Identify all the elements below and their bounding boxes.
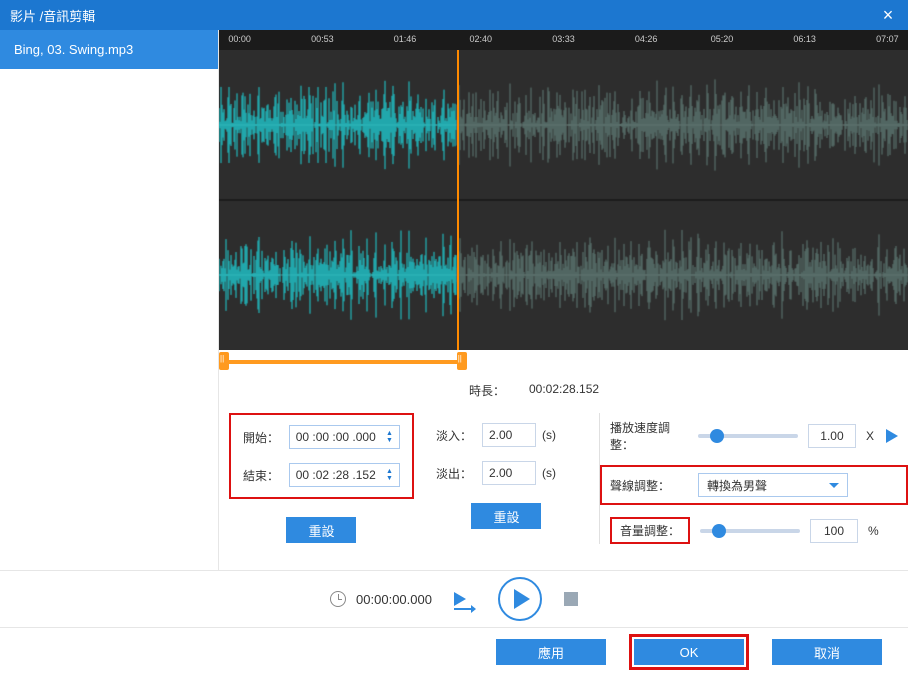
ruler-tick: 00:53 bbox=[311, 34, 334, 44]
fadeout-input[interactable]: 2.00 bbox=[482, 461, 536, 485]
time-ruler[interactable]: 00:00 00:53 01:46 02:40 03:33 04:26 05:2… bbox=[219, 30, 908, 50]
range-start-handle[interactable] bbox=[219, 352, 229, 370]
waveform-canvas[interactable] bbox=[219, 50, 908, 350]
file-sidebar: Bing, 03. Swing.mp3 bbox=[0, 30, 219, 570]
clock-icon bbox=[330, 591, 346, 607]
ruler-tick: 04:26 bbox=[635, 34, 658, 44]
fadeout-label: 淡出： bbox=[436, 465, 476, 482]
ruler-tick: 07:07 bbox=[876, 34, 899, 44]
speed-suffix: X bbox=[866, 429, 874, 443]
ruler-tick: 00:00 bbox=[228, 34, 251, 44]
sidebar-item-label: Bing, 03. Swing.mp3 bbox=[14, 42, 133, 57]
ruler-tick: 01:46 bbox=[394, 34, 417, 44]
editor-main: 00:00 00:53 01:46 02:40 03:33 04:26 05:2… bbox=[219, 30, 908, 570]
duration-value: 00:02:28.152 bbox=[529, 382, 599, 399]
close-icon[interactable]: × bbox=[878, 5, 898, 26]
seconds-unit: (s) bbox=[542, 428, 556, 442]
play-icon bbox=[514, 589, 530, 609]
timeline: 00:00 00:53 01:46 02:40 03:33 04:26 05:2… bbox=[219, 30, 908, 376]
seconds-unit: (s) bbox=[542, 466, 556, 480]
trim-reset-button[interactable]: 重設 bbox=[286, 517, 356, 543]
goto-start-icon[interactable] bbox=[454, 590, 476, 608]
volume-slider[interactable] bbox=[700, 529, 800, 533]
chevron-down-icon bbox=[829, 483, 839, 488]
fade-group: 淡入： 2.00 (s) 淡出： 2.00 (s) 重設 bbox=[424, 413, 589, 539]
speed-slider[interactable] bbox=[698, 434, 798, 438]
volume-input[interactable]: 100 bbox=[810, 519, 858, 543]
range-bar[interactable] bbox=[229, 360, 457, 364]
start-label: 開始： bbox=[243, 429, 283, 446]
range-end-handle[interactable] bbox=[457, 352, 467, 370]
end-time-value: 00 :02 :28 .152 bbox=[296, 468, 376, 482]
transport-bar: 00:00:00.000 bbox=[0, 570, 908, 628]
speed-input[interactable]: 1.00 bbox=[808, 424, 856, 448]
apply-button[interactable]: 應用 bbox=[496, 639, 606, 665]
start-time-value: 00 :00 :00 .000 bbox=[296, 430, 376, 444]
adjust-group: 播放速度調整： 1.00 X 聲線調整： 轉換為男聲 音量調整： 1 bbox=[599, 413, 898, 544]
end-label: 結束： bbox=[243, 467, 283, 484]
duration-row: 時長： 00:02:28.152 bbox=[219, 376, 908, 409]
fadein-label: 淡入： bbox=[436, 427, 476, 444]
window-title: 影片 /音訊剪輯 bbox=[10, 6, 95, 25]
sidebar-item-file[interactable]: Bing, 03. Swing.mp3 bbox=[0, 30, 218, 69]
spinner-arrows-icon[interactable]: ▲▼ bbox=[386, 468, 393, 482]
title-bar: 影片 /音訊剪輯 × bbox=[0, 0, 908, 30]
speed-label: 播放速度調整： bbox=[610, 419, 688, 453]
dialog-footer: 應用 OK 取消 bbox=[0, 628, 908, 676]
ruler-tick: 02:40 bbox=[470, 34, 493, 44]
speed-preview-play-icon[interactable] bbox=[886, 429, 898, 443]
start-time-input[interactable]: 00 :00 :00 .000 ▲▼ bbox=[289, 425, 400, 449]
ruler-tick: 06:13 bbox=[793, 34, 816, 44]
stop-button[interactable] bbox=[564, 592, 578, 606]
duration-label: 時長： bbox=[469, 382, 505, 399]
voice-dropdown[interactable]: 轉換為男聲 bbox=[698, 473, 848, 497]
fade-reset-button[interactable]: 重設 bbox=[471, 503, 541, 529]
play-button[interactable] bbox=[498, 577, 542, 621]
playhead-marker[interactable] bbox=[457, 50, 459, 350]
volume-label: 音量調整： bbox=[610, 517, 690, 544]
ruler-tick: 05:20 bbox=[711, 34, 734, 44]
current-time: 00:00:00.000 bbox=[356, 592, 432, 607]
selection-range bbox=[219, 352, 908, 376]
cancel-button[interactable]: 取消 bbox=[772, 639, 882, 665]
volume-suffix: % bbox=[868, 524, 879, 538]
trim-group: 開始： 00 :00 :00 .000 ▲▼ 結束： 00 :02 :28 .1… bbox=[229, 413, 414, 543]
spinner-arrows-icon[interactable]: ▲▼ bbox=[386, 430, 393, 444]
ruler-tick: 03:33 bbox=[552, 34, 575, 44]
ok-button[interactable]: OK bbox=[634, 639, 744, 665]
waveform-area[interactable] bbox=[219, 50, 908, 350]
end-time-input[interactable]: 00 :02 :28 .152 ▲▼ bbox=[289, 463, 400, 487]
fadein-input[interactable]: 2.00 bbox=[482, 423, 536, 447]
voice-label: 聲線調整： bbox=[610, 477, 688, 494]
voice-selected: 轉換為男聲 bbox=[707, 477, 767, 494]
